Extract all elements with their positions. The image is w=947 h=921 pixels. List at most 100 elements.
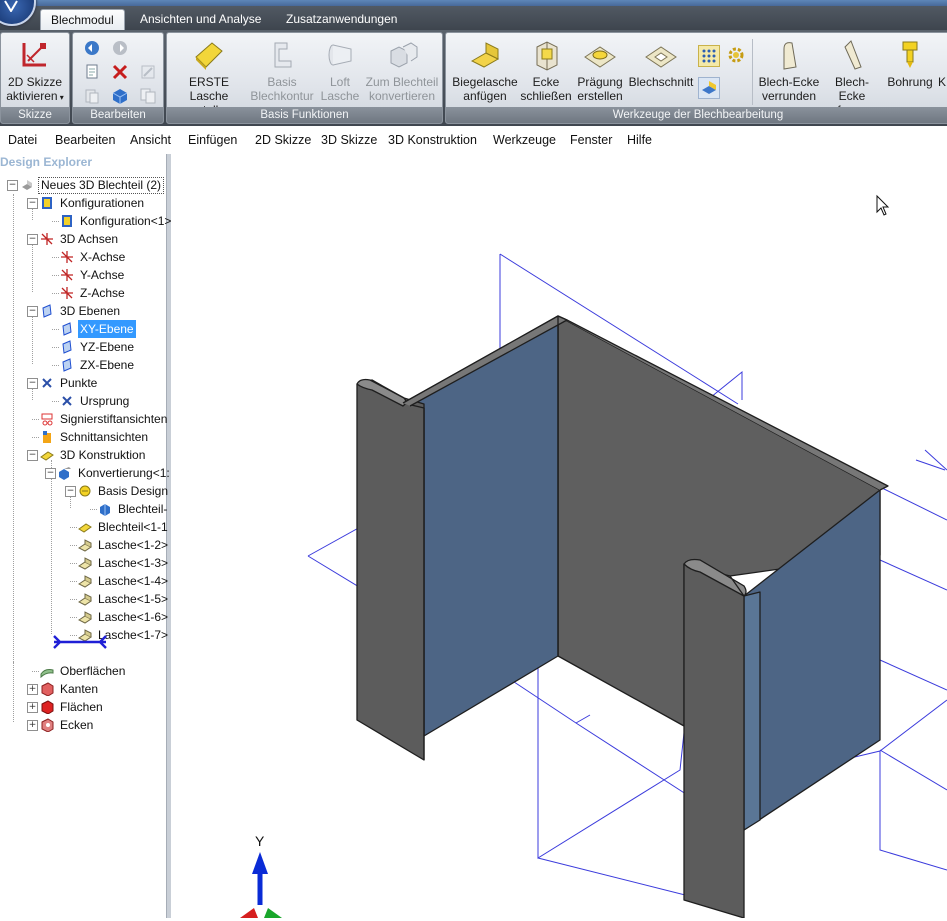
3d-viewport[interactable]: Y [171,154,947,919]
expand-toggle-icon[interactable]: + [27,702,38,713]
tree-node[interactable]: + Ecken [0,716,166,734]
tree-node-label[interactable]: Y-Achse [78,266,126,284]
tree-node-label[interactable]: Lasche<1-5> [96,590,170,608]
tree-node-label[interactable]: Konvertierung<1: [76,464,172,482]
tree-node[interactable]: Signierstiftansichten [0,410,169,428]
tree-node-label[interactable]: Z-Achse [78,284,127,302]
collapse-toggle-icon[interactable]: − [7,180,18,191]
tree-node-label[interactable]: Schnittansichten [58,428,150,446]
tree-node[interactable]: Blechteil<1-1 [0,518,168,536]
blechschnitt-button[interactable]: Blechschnitt [626,35,696,107]
expand-toggle-icon[interactable]: + [27,684,38,695]
tree-node-label[interactable]: Konfigurationen [58,194,146,212]
sketch-2d-button[interactable]: 2D Skizze aktivieren ▾ [3,35,67,107]
ecke-schliessen-button[interactable]: Ecke schließen [518,35,574,107]
tree-node-label[interactable]: Ursprung [78,392,131,410]
tree-node[interactable]: − Neues 3D Blechteil (2) [0,176,166,194]
menu-3d-skizze[interactable]: 3D Skizze [321,133,377,147]
menu-werkzeuge[interactable]: Werkzeuge [493,133,556,147]
tree-node[interactable]: Ursprung [0,392,166,410]
rollback-marker[interactable] [50,634,112,653]
tree-node[interactable]: Lasche<1-4> [0,572,168,590]
3d-model-canvas[interactable]: Y [171,154,947,919]
tree-node-label[interactable]: Punkte [58,374,99,392]
collapse-toggle-icon[interactable]: − [27,198,38,209]
tree-node[interactable]: − Konfigurationen [0,194,166,212]
erste-lasche-button[interactable]: ERSTE Lasche erstellen [171,35,247,117]
tree-node[interactable]: Lasche<1-2> [0,536,168,554]
delete-icon[interactable] [111,63,131,83]
tree-node-label[interactable]: 3D Konstruktion [58,446,147,464]
collapse-toggle-icon[interactable]: − [45,468,56,479]
gear-icon[interactable] [726,45,746,65]
tree-node-label[interactable]: Lasche<1-6> [96,608,170,626]
tree-node[interactable]: − Basis Design [0,482,168,500]
tree-node[interactable]: YZ-Ebene [0,338,166,356]
menu-3d-konstruktion[interactable]: 3D Konstruktion [388,133,477,147]
tree-node-label[interactable]: ZX-Ebene [78,356,136,374]
tree-node-label[interactable]: Neues 3D Blechteil (2) [38,177,165,194]
tree-node[interactable]: − 3D Konstruktion [0,446,166,464]
tree-node[interactable]: X-Achse [0,248,166,266]
tree-node-label[interactable]: Flächen [58,698,105,716]
tab-ansichten-und-analyse[interactable]: Ansichten und Analyse [130,9,271,30]
tree-node-label[interactable]: 3D Ebenen [58,302,122,320]
tree-node-label[interactable]: Basis Design [96,482,170,500]
duplicate-icon[interactable] [139,87,159,107]
tree-node-label[interactable]: Lasche<1-2> [96,536,170,554]
tree-node[interactable]: − Konvertierung<1: [0,464,170,482]
tree-node-label[interactable]: Signierstiftansichten [58,410,169,428]
menu-2d-skizze[interactable]: 2D Skizze [255,133,311,147]
tree-node[interactable]: Schnittansichten [0,428,166,446]
tree-node[interactable]: + Flächen [0,698,166,716]
collapse-toggle-icon[interactable]: − [27,306,38,317]
loft-lasche-button[interactable]: Loft Lasche [317,35,363,107]
cube-icon[interactable] [111,87,131,107]
unfold-icon[interactable] [698,77,720,99]
grid-pattern-icon[interactable] [698,45,720,67]
menu-bearbeiten[interactable]: Bearbeiten [55,133,115,147]
tree-node-label[interactable]: Konfiguration<1> [78,212,173,230]
tree-node-label[interactable]: Blechteil- [116,500,169,518]
tab-zusatzanwendungen[interactable]: Zusatzanwendungen [276,9,407,30]
tree-node-label[interactable]: X-Achse [78,248,127,266]
redo-icon[interactable] [111,39,131,59]
bohrung-button[interactable]: Bohrung [882,35,938,107]
undo-icon[interactable] [83,39,103,59]
collapse-toggle-icon[interactable]: − [27,378,38,389]
tab-blechmodul[interactable]: Blechmodul [40,9,125,31]
tree-node[interactable]: Oberflächen [0,662,166,680]
tree-node[interactable]: Blechteil- [0,500,169,518]
tree-node[interactable]: Lasche<1-6> [0,608,168,626]
tree-node-label[interactable]: XY-Ebene [78,320,136,338]
basis-blechkontur-button[interactable]: Basis Blechkontur [249,35,315,107]
collapse-toggle-icon[interactable]: − [27,450,38,461]
tree-node[interactable]: − Punkte [0,374,166,392]
tree-node-label[interactable]: Ecken [58,716,95,734]
menu-einfuegen[interactable]: Einfügen [188,133,237,147]
tree-node-label[interactable]: 3D Achsen [58,230,120,248]
edit-icon[interactable] [139,63,159,83]
menu-ansicht[interactable]: Ansicht [130,133,171,147]
tree-node[interactable]: XY-Ebene [0,320,166,338]
cut-off-button[interactable]: K [938,35,947,107]
menu-datei[interactable]: Datei [8,133,37,147]
tree-node[interactable]: − 3D Ebenen [0,302,166,320]
tree-node-label[interactable]: Lasche<1-3> [96,554,170,572]
tree-node-label[interactable]: YZ-Ebene [78,338,136,356]
praegung-button[interactable]: Prägung erstellen [572,35,628,107]
zum-blechteil-konvertieren-button[interactable]: Zum Blechteil konvertieren [363,35,441,107]
tree-node-label[interactable]: Blechteil<1-1 [96,518,170,536]
tree-node[interactable]: Z-Achse [0,284,166,302]
tree-node[interactable]: + Kanten [0,680,166,698]
copy-icon[interactable] [83,63,103,83]
tree-node-label[interactable]: Kanten [58,680,100,698]
tree-node[interactable]: − 3D Achsen [0,230,166,248]
tree-node[interactable]: Y-Achse [0,266,166,284]
collapse-toggle-icon[interactable]: − [27,234,38,245]
biegelasche-button[interactable]: Biegelasche anfügen [450,35,520,107]
menu-fenster[interactable]: Fenster [570,133,612,147]
expand-toggle-icon[interactable]: + [27,720,38,731]
blech-ecke-fasen-button[interactable]: Blech-Ecke fasen [822,35,882,117]
tree-node[interactable]: Lasche<1-5> [0,590,168,608]
